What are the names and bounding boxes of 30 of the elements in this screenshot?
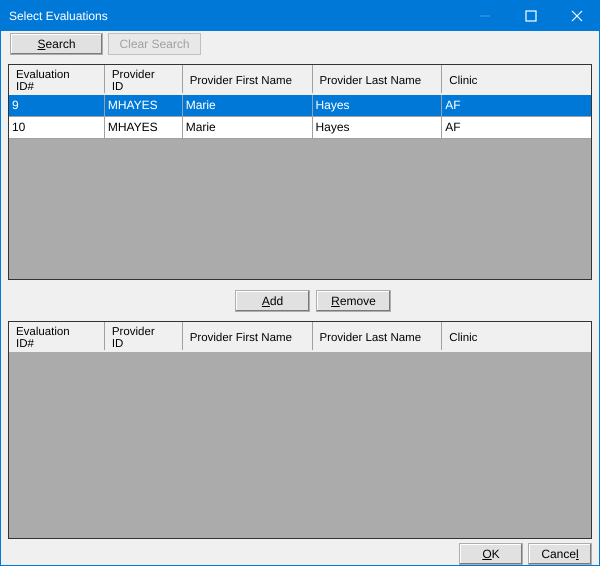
table-cell: Marie xyxy=(182,117,312,138)
column-header[interactable]: Clinic xyxy=(442,322,591,350)
table-row[interactable]: 10 MHAYES Marie Hayes AF xyxy=(9,117,591,139)
column-header[interactable]: Provider First Name xyxy=(182,322,312,350)
search-button[interactable]: Search xyxy=(10,33,103,55)
table-cell: Hayes xyxy=(312,117,442,138)
table-cell-text: AF xyxy=(444,119,462,136)
table-cell: Hayes xyxy=(312,95,442,116)
table-cell: 10 xyxy=(9,117,105,138)
table-cell: Marie xyxy=(182,95,312,116)
dialog-button[interactable]: OK xyxy=(459,543,523,565)
table-cell-text: AF xyxy=(444,97,462,114)
column-header[interactable]: Evaluation ID# xyxy=(9,322,105,350)
table-cell: 9 xyxy=(9,95,105,116)
table-row[interactable]: 9 MHAYES Marie Hayes AF xyxy=(9,95,591,117)
column-header[interactable]: Provider Last Name xyxy=(312,322,442,350)
dialog-button[interactable]: Cancel xyxy=(528,543,592,565)
maximize-icon[interactable] xyxy=(525,10,537,22)
column-header[interactable]: Provider First Name xyxy=(182,65,312,93)
table-cell: MHAYES xyxy=(104,117,183,138)
table-cell: MHAYES xyxy=(104,95,183,116)
column-header[interactable]: Evaluation ID# xyxy=(9,65,105,93)
close-icon[interactable] xyxy=(571,10,583,22)
move-button[interactable]: Add xyxy=(235,290,310,312)
move-button[interactable]: Remove xyxy=(316,290,391,312)
column-header[interactable]: Clinic xyxy=(442,65,591,93)
window-title: Select Evaluations xyxy=(9,9,108,23)
column-header[interactable]: Provider ID xyxy=(104,65,183,93)
column-header[interactable]: Provider Last Name xyxy=(312,65,442,93)
column-header[interactable]: Provider ID xyxy=(104,322,183,350)
